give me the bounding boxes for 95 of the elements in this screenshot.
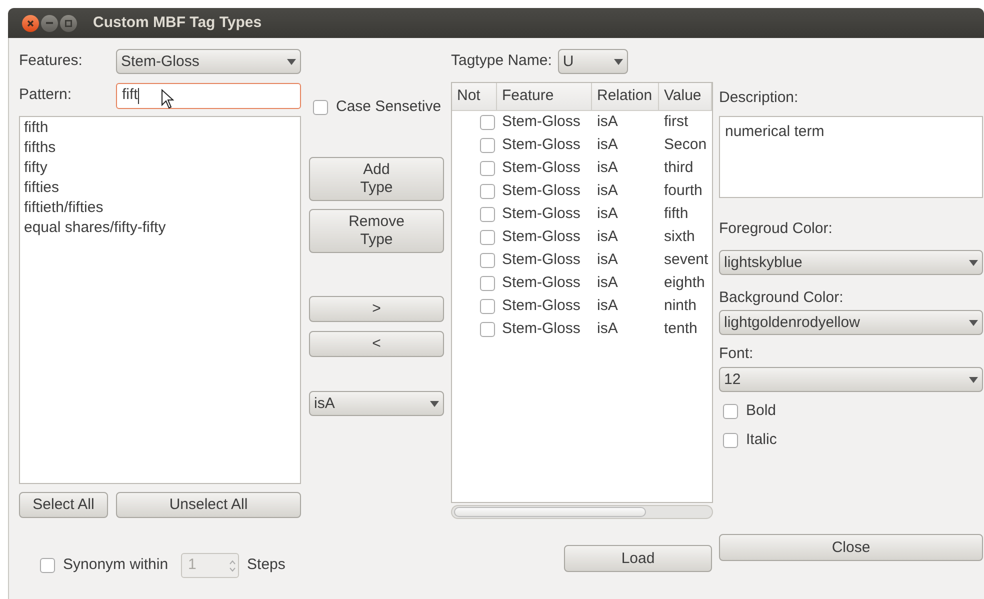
case-sensitive-checkbox[interactable]	[313, 100, 328, 114]
not-checkbox[interactable]	[480, 276, 495, 291]
list-item[interactable]: fifth	[24, 118, 296, 138]
pattern-field[interactable]: fift	[116, 82, 301, 108]
not-checkbox[interactable]	[480, 253, 495, 268]
font-dropdown[interactable]: 12	[719, 367, 983, 392]
description-label: Description:	[719, 88, 800, 107]
synonym-checkbox[interactable]	[40, 558, 55, 573]
feature-cell-text: Stem-Gloss	[501, 181, 582, 202]
minimize-icon[interactable]	[41, 14, 58, 32]
italic-label: Italic	[746, 430, 777, 450]
value-cell-text: fifth	[663, 204, 690, 224]
list-item[interactable]: fifties	[24, 178, 296, 198]
move-left-button[interactable]: <	[309, 331, 444, 357]
mouse-cursor-icon	[161, 88, 174, 108]
value-cell-text: Secon	[663, 135, 708, 156]
dropdown-arrow-icon	[430, 400, 439, 406]
relation-cell-text: isA	[596, 112, 619, 132]
relation-cell-text: isA	[596, 181, 619, 202]
remove-type-button[interactable]: Remove Type	[309, 209, 444, 253]
relation-cell-text: isA	[596, 319, 619, 340]
feature-cell-text: Stem-Gloss	[501, 273, 582, 294]
bold-checkbox[interactable]	[723, 404, 738, 418]
column-header[interactable]: Relation	[592, 83, 659, 110]
add-type-button[interactable]: Add Type	[309, 157, 444, 201]
relation-cell-text: isA	[596, 250, 619, 270]
bold-label: Bold	[746, 400, 776, 421]
maximize-icon[interactable]	[60, 14, 77, 32]
relation-dropdown[interactable]: isA	[309, 391, 444, 416]
not-checkbox[interactable]	[480, 299, 495, 314]
feature-cell-text: Stem-Gloss	[501, 227, 582, 248]
list-item[interactable]: fifths	[24, 138, 296, 158]
not-checkbox[interactable]	[480, 184, 495, 199]
value-cell-text: fourth	[663, 181, 704, 202]
list-item[interactable]: equal shares/fifty-fifty	[24, 218, 296, 238]
close-button[interactable]: Close	[719, 534, 983, 561]
not-checkbox[interactable]	[480, 115, 495, 130]
background-color-label: Background Color:	[719, 288, 844, 307]
close-icon[interactable]	[22, 14, 39, 32]
horizontal-scrollbar[interactable]	[451, 505, 713, 519]
feature-cell-text: Stem-Gloss	[501, 250, 582, 270]
foreground-color-label: Foregroud Color:	[719, 219, 834, 238]
case-sensitive-label: Case Sensetive	[336, 96, 442, 117]
dropdown-arrow-icon	[969, 260, 978, 266]
italic-checkbox[interactable]	[723, 432, 738, 448]
font-label: Font:	[719, 344, 754, 363]
feature-cell-text: Stem-Gloss	[501, 112, 582, 132]
dropdown-arrow-icon	[969, 376, 978, 382]
relation-cell-text: isA	[596, 204, 619, 224]
foreground-color-dropdown[interactable]: lightskyblue	[719, 250, 983, 275]
dropdown-arrow-icon	[614, 58, 623, 64]
feature-cell-text: Stem-Gloss	[501, 319, 582, 340]
move-right-button[interactable]: >	[309, 296, 444, 322]
list-item[interactable]: fifty	[24, 158, 296, 178]
value-cell-text: third	[663, 158, 694, 178]
value-cell-text: ninth	[663, 296, 698, 316]
relation-cell-text: isA	[596, 273, 619, 294]
pattern-label: Pattern:	[19, 85, 73, 106]
feature-cell-text: Stem-Gloss	[501, 158, 582, 178]
value-cell-text: tenth	[663, 319, 698, 340]
column-header[interactable]: Not	[452, 83, 497, 110]
value-cell-text: eighth	[663, 273, 706, 294]
background-color-dropdown[interactable]: lightgoldenrodyellow	[719, 310, 983, 335]
spin-arrows-icon	[229, 558, 236, 572]
tagtype-name-label: Tagtype Name:	[451, 51, 552, 72]
features-dropdown[interactable]: Stem-Gloss	[116, 49, 301, 74]
not-checkbox[interactable]	[480, 230, 495, 245]
select-all-button[interactable]: Select All	[19, 492, 108, 518]
steps-label: Steps	[247, 555, 286, 576]
not-checkbox[interactable]	[480, 138, 495, 153]
not-checkbox[interactable]	[480, 322, 495, 337]
relation-cell-text: isA	[596, 227, 619, 248]
unselect-all-button[interactable]: Unselect All	[116, 492, 301, 518]
relation-cell-text: isA	[596, 158, 619, 178]
column-header[interactable]: Feature	[497, 83, 592, 110]
synonym-label: Synonym within	[63, 555, 168, 576]
feature-cell-text: Stem-Gloss	[501, 204, 582, 224]
load-button[interactable]: Load	[564, 545, 712, 572]
feature-cell-text: Stem-Gloss	[501, 135, 582, 156]
relation-cell-text: isA	[596, 296, 619, 316]
dropdown-arrow-icon	[969, 320, 978, 326]
features-label: Features:	[19, 51, 84, 72]
column-header[interactable]: Value	[659, 83, 712, 110]
value-cell-text: sixth	[663, 227, 696, 248]
value-cell-text: sevent	[663, 250, 710, 270]
feature-cell-text: Stem-Gloss	[501, 296, 582, 316]
description-field[interactable]: numerical term	[719, 116, 983, 198]
tagtype-dropdown[interactable]: U	[558, 49, 628, 74]
window-title: Custom MBF Tag Types	[93, 12, 262, 33]
not-checkbox[interactable]	[480, 161, 495, 176]
relation-cell-text: isA	[596, 135, 619, 156]
dropdown-arrow-icon	[287, 58, 296, 64]
value-cell-text: first	[663, 112, 690, 132]
not-checkbox[interactable]	[480, 207, 495, 222]
list-item[interactable]: fiftieth/fifties	[24, 198, 296, 218]
